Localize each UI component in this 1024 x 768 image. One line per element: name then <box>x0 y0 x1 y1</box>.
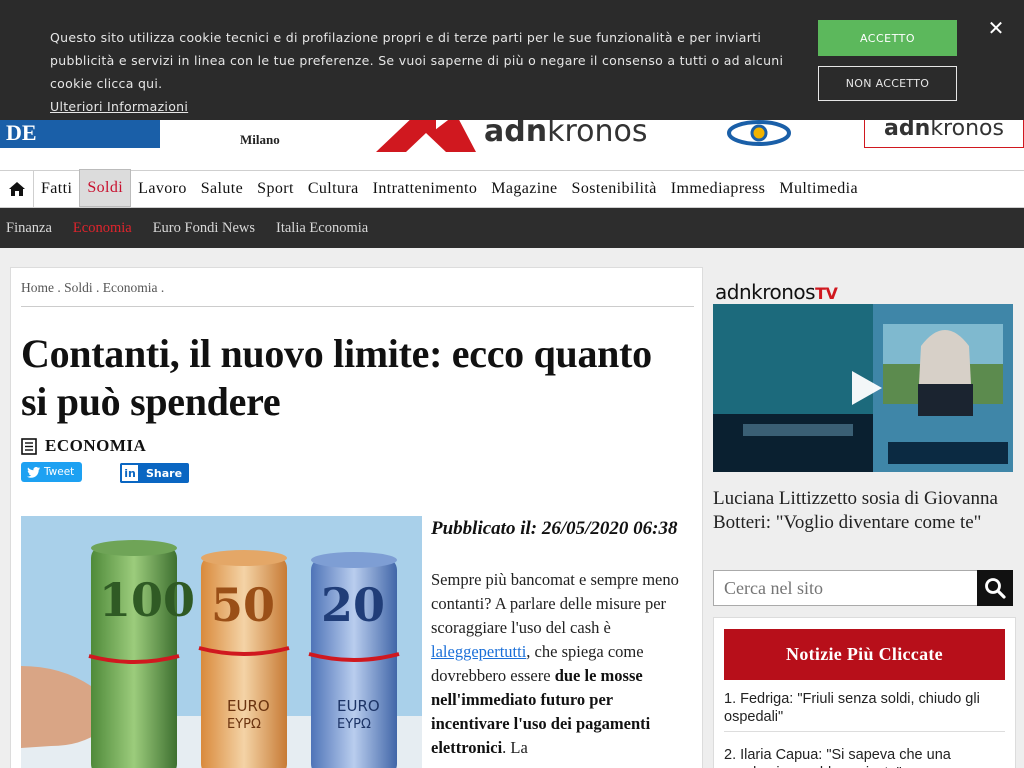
subnav-item-economia[interactable]: Economia <box>73 220 132 237</box>
search-icon[interactable] <box>977 570 1013 606</box>
nav-item-sostenibilita[interactable]: Sostenibilità <box>565 171 664 207</box>
twitter-bird-icon <box>27 466 40 478</box>
nav-item-cultura[interactable]: Cultura <box>301 171 366 207</box>
most-clicked-title: Notizie Più Cliccate <box>724 629 1005 680</box>
nav-item-soldi[interactable]: Soldi <box>79 169 132 207</box>
nav-item-sport[interactable]: Sport <box>250 171 301 207</box>
source-link[interactable]: laleggepertutti <box>431 642 526 661</box>
article-title: Contanti, il nuovo limite: ecco quanto s… <box>21 331 652 424</box>
article-container: Home . Soldi . Economia . Contanti, il n… <box>10 267 703 768</box>
svg-text:20: 20 <box>321 578 385 632</box>
nav-item-salute[interactable]: Salute <box>194 171 250 207</box>
svg-text:50: 50 <box>211 578 275 632</box>
breadcrumb-home[interactable]: Home <box>21 280 54 295</box>
linkedin-icon: in <box>120 463 140 483</box>
close-icon[interactable]: ✕ <box>984 14 1008 42</box>
nav-item-magazine[interactable]: Magazine <box>484 171 564 207</box>
cookie-banner: Questo sito utilizza cookie tecnici e di… <box>0 0 1024 120</box>
most-clicked-box: Notizie Più Cliccate 1. Fedriga: "Friuli… <box>713 617 1016 768</box>
subnav-item-italia-economia[interactable]: Italia Economia <box>276 220 368 237</box>
svg-text:EURO: EURO <box>337 697 380 715</box>
svg-text:EYPΩ: EYPΩ <box>227 717 261 732</box>
nav-item-lavoro[interactable]: Lavoro <box>131 171 194 207</box>
cookie-info-link[interactable]: Ulteriori Informazioni <box>50 99 188 114</box>
svg-text:EURO: EURO <box>227 697 270 715</box>
adnkronos-tv-logo[interactable]: adnkronosTV <box>715 280 838 304</box>
article-image: 100 50 EURO EYPΩ 20 EURO EYPΩ <box>21 516 422 768</box>
play-icon[interactable] <box>844 367 886 409</box>
breadcrumb-economia[interactable]: Economia <box>103 280 158 295</box>
video-player[interactable] <box>713 304 1013 472</box>
publish-date: Pubblicato il: 26/05/2020 06:38 <box>431 518 678 539</box>
subnav-item-finanza[interactable]: Finanza <box>6 220 52 237</box>
page: DE Milano adnkronos adnkronos Questo sit… <box>0 0 1024 768</box>
nav-item-multimedia[interactable]: Multimedia <box>772 171 865 207</box>
eye-logo-icon[interactable] <box>726 118 792 148</box>
subnav-item-euro-fondi-news[interactable]: Euro Fondi News <box>153 220 255 237</box>
divider <box>21 306 694 307</box>
list-item[interactable]: 2. Ilaria Capua: "Si sapeva che una pand… <box>724 746 999 768</box>
breadcrumb: Home . Soldi . Economia . <box>21 280 165 295</box>
partner-logo-left[interactable]: DE <box>0 118 160 148</box>
tweet-button[interactable]: Tweet <box>21 462 82 482</box>
linkedin-share-button[interactable]: in Share <box>120 463 189 483</box>
breadcrumb-soldi[interactable]: Soldi <box>64 280 93 295</box>
video-title[interactable]: Luciana Littizzetto sosia di Giovanna Bo… <box>713 487 1013 535</box>
svg-text:EYPΩ: EYPΩ <box>337 717 371 732</box>
article-category: ECONOMIA <box>21 436 146 456</box>
main-nav: Fatti Soldi Lavoro Salute Sport Cultura … <box>0 169 1024 208</box>
cookie-message: Questo sito utilizza cookie tecnici e di… <box>50 30 784 114</box>
accept-cookies-button[interactable]: ACCETTO <box>818 20 957 56</box>
search-input[interactable] <box>713 570 1011 606</box>
nav-item-intrattenimento[interactable]: Intrattenimento <box>366 171 485 207</box>
list-item[interactable]: 1. Fedriga: "Friuli senza soldi, chiudo … <box>724 690 999 726</box>
nav-item-fatti[interactable]: Fatti <box>34 171 79 207</box>
nav-item-immediapress[interactable]: Immediapress <box>664 171 773 207</box>
document-icon <box>21 437 37 455</box>
reject-cookies-button[interactable]: NON ACCETTO <box>818 66 957 101</box>
sub-nav: Finanza Economia Euro Fondi News Italia … <box>0 208 1024 248</box>
divider <box>724 731 1005 732</box>
home-icon[interactable] <box>0 171 34 207</box>
svg-text:100: 100 <box>99 573 195 627</box>
partner-logo-milano[interactable]: Milano <box>240 132 280 148</box>
article-body: Sempre più bancomat e sempre meno contan… <box>431 570 679 757</box>
category-label[interactable]: ECONOMIA <box>45 436 146 456</box>
euro-rolls-illustration: 100 50 EURO EYPΩ 20 EURO EYPΩ <box>21 516 422 768</box>
